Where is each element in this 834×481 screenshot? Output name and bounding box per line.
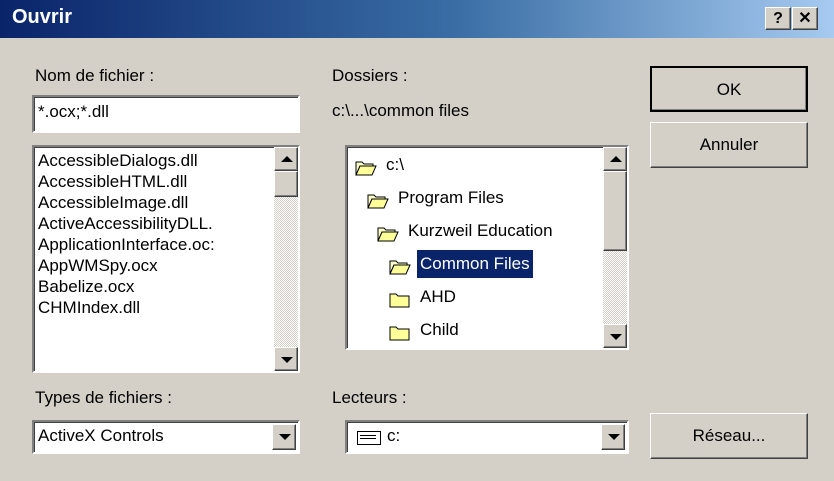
folder-scroll-down-button[interactable] <box>603 324 627 348</box>
network-button[interactable]: Réseau... <box>650 413 808 459</box>
folder-scroll-thumb[interactable] <box>603 171 627 251</box>
file-list-items: AccessibleDialogs.dll AccessibleHTML.dll A… <box>38 150 268 372</box>
file-types-select[interactable]: ActiveX Controls <box>32 420 300 454</box>
title-bar: Ouvrir ? ✕ <box>0 0 834 38</box>
folder-tree-items: c:\ Program Files Kurzweil Education Common… <box>347 147 601 348</box>
file-list-item[interactable]: AccessibleDialogs.dll <box>38 150 268 171</box>
folder-scroll-up-button[interactable] <box>603 147 627 171</box>
file-types-dropdown-button[interactable] <box>272 424 296 450</box>
folder-item-label: Program Files <box>398 188 504 207</box>
open-dialog: Ouvrir ? ✕ Nom de fichier : *.ocx;*.dll … <box>0 0 834 481</box>
file-name-value: *.ocx;*.dll <box>38 102 109 121</box>
drives-label: Lecteurs : <box>332 388 407 407</box>
help-button[interactable]: ? <box>765 7 791 30</box>
folder-item-label: Common Files <box>417 250 533 278</box>
folder-tree-scrollbar[interactable] <box>603 147 627 348</box>
file-list-item[interactable]: AppWMSpy.ocx <box>38 255 268 276</box>
file-name-label: Nom de fichier : <box>35 66 155 85</box>
closed-folder-icon <box>389 322 411 341</box>
ok-button[interactable]: OK <box>650 66 808 112</box>
file-list-scrollbar[interactable] <box>274 147 298 371</box>
file-list-item[interactable]: ApplicationInterface.oc: <box>38 234 268 255</box>
open-folder-icon <box>389 256 411 275</box>
current-path: c:\...\common files <box>332 101 469 120</box>
open-folder-icon <box>377 223 399 242</box>
file-list-item[interactable]: Babelize.ocx <box>38 276 268 297</box>
chevron-down-icon <box>279 434 291 440</box>
drives-value: c: <box>387 426 401 445</box>
file-scroll-thumb[interactable] <box>274 171 298 197</box>
file-list[interactable]: AccessibleDialogs.dll AccessibleHTML.dll A… <box>32 145 300 373</box>
file-list-item[interactable]: AccessibleImage.dll <box>38 192 268 213</box>
file-list-item[interactable]: ActiveAccessibilityDLL. <box>38 213 268 234</box>
folder-tree[interactable]: c:\ Program Files Kurzweil Education Common… <box>345 145 629 350</box>
drive-icon <box>357 431 381 445</box>
close-button[interactable]: ✕ <box>792 7 818 30</box>
drives-dropdown-button[interactable] <box>601 424 625 450</box>
open-folder-icon <box>355 157 377 176</box>
open-folder-icon <box>367 190 389 209</box>
file-list-item[interactable]: CHMIndex.dll <box>38 297 268 318</box>
file-scroll-down-button[interactable] <box>274 347 298 371</box>
file-list-item[interactable]: AccessibleHTML.dll <box>38 171 268 192</box>
file-types-value: ActiveX Controls <box>38 426 164 445</box>
closed-folder-icon <box>389 289 411 308</box>
window-title: Ouvrir <box>12 6 73 28</box>
cancel-button[interactable]: Annuler <box>650 122 808 168</box>
file-types-label: Types de fichiers : <box>35 388 173 407</box>
folders-label: Dossiers : <box>332 66 408 85</box>
folder-item-label: c:\ <box>386 155 404 174</box>
drives-select[interactable]: c: <box>345 420 629 454</box>
chevron-down-icon <box>608 434 620 440</box>
file-scroll-up-button[interactable] <box>274 147 298 171</box>
folder-item-label: AHD <box>420 287 456 306</box>
folder-item-label: Kurzweil Education <box>408 221 553 240</box>
file-name-input[interactable]: *.ocx;*.dll <box>32 95 300 133</box>
folder-item-label: Child <box>420 320 459 339</box>
